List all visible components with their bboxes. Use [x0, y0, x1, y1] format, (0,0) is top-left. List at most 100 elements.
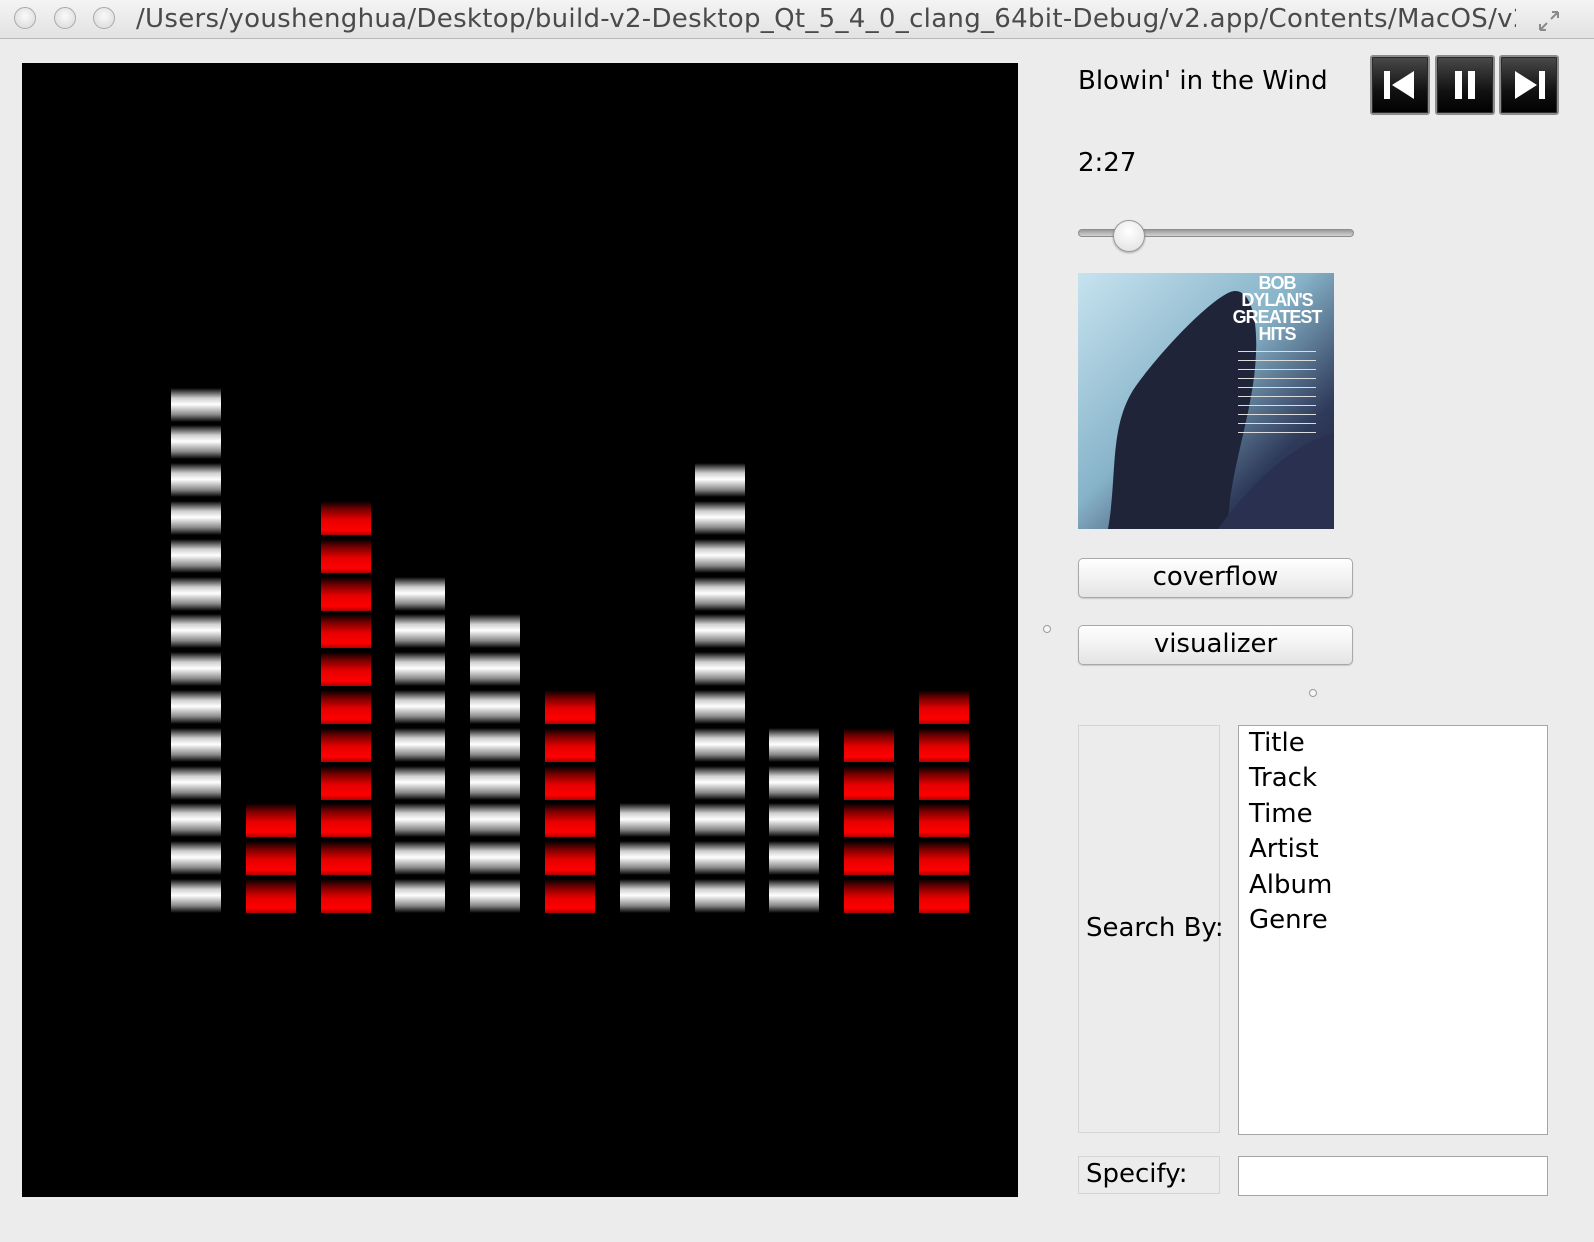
visualizer-bar-segment	[545, 766, 595, 800]
visualizer-bar-segment	[171, 690, 221, 724]
visualizer-bar-segment	[545, 728, 595, 762]
visualizer-bar-segment	[919, 728, 969, 762]
visualizer-bar-segment	[844, 766, 894, 800]
list-item-genre[interactable]: Genre	[1249, 905, 1328, 935]
window-title: /Users/youshenghua/Desktop/build-v2-Desk…	[136, 4, 1516, 34]
visualizer-button[interactable]: visualizer	[1078, 625, 1353, 665]
list-item-title[interactable]: Title	[1249, 728, 1305, 758]
song-title: Blowin' in the Wind	[1078, 66, 1328, 96]
coverflow-button[interactable]: coverflow	[1078, 558, 1353, 598]
elapsed-time: 2:27	[1078, 148, 1137, 178]
visualizer-bar-segment	[321, 652, 371, 686]
visualizer-bar-segment	[321, 879, 371, 913]
fullscreen-icon[interactable]	[1538, 10, 1560, 32]
visualizer-bar-segment	[695, 652, 745, 686]
visualizer-bar-segment	[695, 766, 745, 800]
next-icon	[1515, 71, 1545, 99]
list-item-artist[interactable]: Artist	[1249, 834, 1319, 864]
visualizer-bar-segment	[171, 501, 221, 535]
visualizer-bar-segment	[321, 690, 371, 724]
visualizer-bar-segment	[695, 614, 745, 648]
visualizer-bar-segment	[321, 539, 371, 573]
visualizer-bar-segment	[470, 803, 520, 837]
visualizer-bar-segment	[919, 690, 969, 724]
visualizer-bar-segment	[695, 539, 745, 573]
visualizer-bar-segment	[470, 841, 520, 875]
visualizer-bar-segment	[470, 652, 520, 686]
visualizer-bar-segment	[395, 614, 445, 648]
minimize-window-button[interactable]	[54, 7, 76, 29]
visualizer-bar-segment	[470, 690, 520, 724]
visualizer-bar-segment	[695, 690, 745, 724]
visualizer-bar-segment	[545, 803, 595, 837]
cover-track-list	[1222, 351, 1332, 433]
visualizer-bar-segment	[321, 577, 371, 611]
visualizer-bar-segment	[769, 879, 819, 913]
visualizer-bar-segment	[769, 766, 819, 800]
visualizer-bar-segment	[321, 841, 371, 875]
visualizer-bar-segment	[695, 728, 745, 762]
visualizer-bar-segment	[545, 690, 595, 724]
visualizer-bar-segment	[246, 803, 296, 837]
pause-button[interactable]	[1435, 55, 1495, 115]
visualizer-bar-segment	[321, 501, 371, 535]
progress-slider-handle[interactable]	[1113, 220, 1145, 252]
visualizer-bar-segment	[395, 690, 445, 724]
visualizer-bar-segment	[395, 728, 445, 762]
visualizer-bar-segment	[171, 388, 221, 422]
visualizer-bar-segment	[171, 463, 221, 497]
visualizer-bar-segment	[321, 803, 371, 837]
specify-input[interactable]	[1238, 1156, 1548, 1196]
visualizer-bar-segment	[844, 879, 894, 913]
visualizer-bar-segment	[171, 728, 221, 762]
visualizer-bar-segment	[171, 652, 221, 686]
visualizer-bar-segment	[695, 879, 745, 913]
visualizer-bar-segment	[395, 652, 445, 686]
visualizer-bar-segment	[171, 766, 221, 800]
visualizer-bar-segment	[321, 728, 371, 762]
visualizer-bar-segment	[545, 841, 595, 875]
close-window-button[interactable]	[14, 7, 36, 29]
visualizer-bar-segment	[844, 728, 894, 762]
visualizer-bar-segment	[171, 803, 221, 837]
splitter-handle[interactable]	[1043, 625, 1051, 633]
visualizer-bar-segment	[620, 841, 670, 875]
previous-icon	[1384, 71, 1414, 99]
pause-icon	[1455, 71, 1475, 99]
previous-button[interactable]	[1370, 55, 1430, 115]
list-item-track[interactable]: Track	[1249, 763, 1317, 793]
visualizer-bar-segment	[171, 539, 221, 573]
specify-label: Specify:	[1086, 1159, 1188, 1189]
visualizer-bar-segment	[395, 803, 445, 837]
visualizer-bar-segment	[395, 879, 445, 913]
visualizer-bar-segment	[171, 614, 221, 648]
cover-title-line: HITS	[1258, 324, 1296, 344]
album-cover: BOB DYLAN'S GREATEST HITS	[1078, 273, 1334, 529]
list-item-album[interactable]: Album	[1249, 870, 1332, 900]
visualizer-bar-segment	[919, 766, 969, 800]
next-button[interactable]	[1499, 55, 1559, 115]
visualizer-bar-segment	[844, 803, 894, 837]
splitter-handle[interactable]	[1309, 689, 1317, 697]
title-bar: /Users/youshenghua/Desktop/build-v2-Desk…	[0, 0, 1594, 39]
visualizer-bar-segment	[545, 879, 595, 913]
visualizer-bar-segment	[695, 577, 745, 611]
visualizer-bar-segment	[171, 841, 221, 875]
visualizer-bar-segment	[470, 766, 520, 800]
album-cover-text: BOB DYLAN'S GREATEST HITS	[1222, 274, 1332, 433]
visualizer-bar-segment	[395, 766, 445, 800]
search-field-list[interactable]: Title Track Time Artist Album Genre	[1238, 725, 1548, 1135]
visualizer-bar-segment	[695, 803, 745, 837]
visualizer-bar-segment	[470, 728, 520, 762]
visualizer-bar-segment	[769, 841, 819, 875]
visualizer-bar-segment	[470, 614, 520, 648]
list-item-time[interactable]: Time	[1249, 799, 1313, 829]
zoom-window-button[interactable]	[93, 7, 115, 29]
visualizer-bar-segment	[171, 577, 221, 611]
visualizer-bar-segment	[844, 841, 894, 875]
visualizer-bar-segment	[919, 841, 969, 875]
visualizer-bar-segment	[246, 879, 296, 913]
visualizer-bar-segment	[171, 425, 221, 459]
visualizer-bar-segment	[769, 803, 819, 837]
visualizer-bar-segment	[395, 577, 445, 611]
